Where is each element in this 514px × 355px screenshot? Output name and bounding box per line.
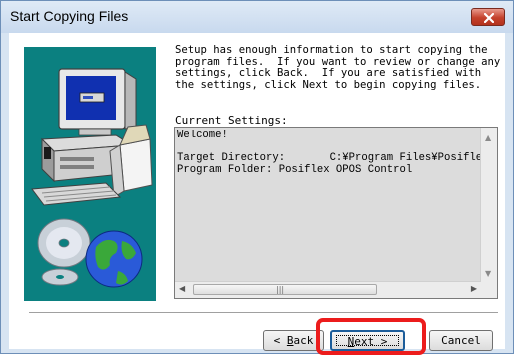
horizontal-scroll-thumb[interactable]: ||| bbox=[193, 284, 377, 295]
next-button[interactable]: Next > bbox=[330, 330, 405, 351]
cd-disc-icon bbox=[37, 218, 91, 286]
globe-icon bbox=[85, 230, 143, 288]
current-settings-label: Current Settings: bbox=[175, 114, 288, 127]
setup-illustration bbox=[24, 47, 156, 301]
title-bar[interactable]: Start Copying Files bbox=[1, 1, 513, 33]
close-button[interactable] bbox=[471, 8, 505, 26]
cancel-button[interactable]: Cancel bbox=[429, 330, 493, 351]
scroll-down-arrow-icon[interactable]: ▼ bbox=[485, 269, 491, 278]
scroll-left-arrow-icon[interactable]: ◀ bbox=[179, 284, 185, 293]
current-settings-text: Welcome! Target Directory: C:¥Program Fi… bbox=[177, 130, 481, 176]
window-title: Start Copying Files bbox=[10, 8, 129, 24]
close-x-icon bbox=[484, 13, 494, 23]
current-settings-textbox[interactable]: Welcome! Target Directory: C:¥Program Fi… bbox=[174, 127, 498, 299]
button-divider bbox=[29, 312, 498, 314]
keyboard-icon bbox=[31, 182, 122, 206]
scroll-up-arrow-icon[interactable]: ▲ bbox=[485, 133, 491, 142]
vertical-scrollbar[interactable]: ▲ ▼ bbox=[480, 128, 497, 282]
back-button[interactable]: < Back bbox=[263, 330, 324, 351]
scroll-right-arrow-icon[interactable]: ▶ bbox=[471, 284, 477, 293]
scrollbar-corner bbox=[481, 282, 497, 298]
intro-text: Setup has enough information to start co… bbox=[175, 44, 501, 91]
focus-rectangle bbox=[336, 335, 399, 346]
horizontal-scrollbar[interactable]: ◀ ||| ▶ bbox=[175, 281, 481, 298]
scroll-grip-icon: ||| bbox=[276, 285, 285, 294]
monitor-icon bbox=[58, 68, 137, 136]
setup-dialog-window: Start Copying Files Setup has enough inf… bbox=[0, 0, 514, 355]
